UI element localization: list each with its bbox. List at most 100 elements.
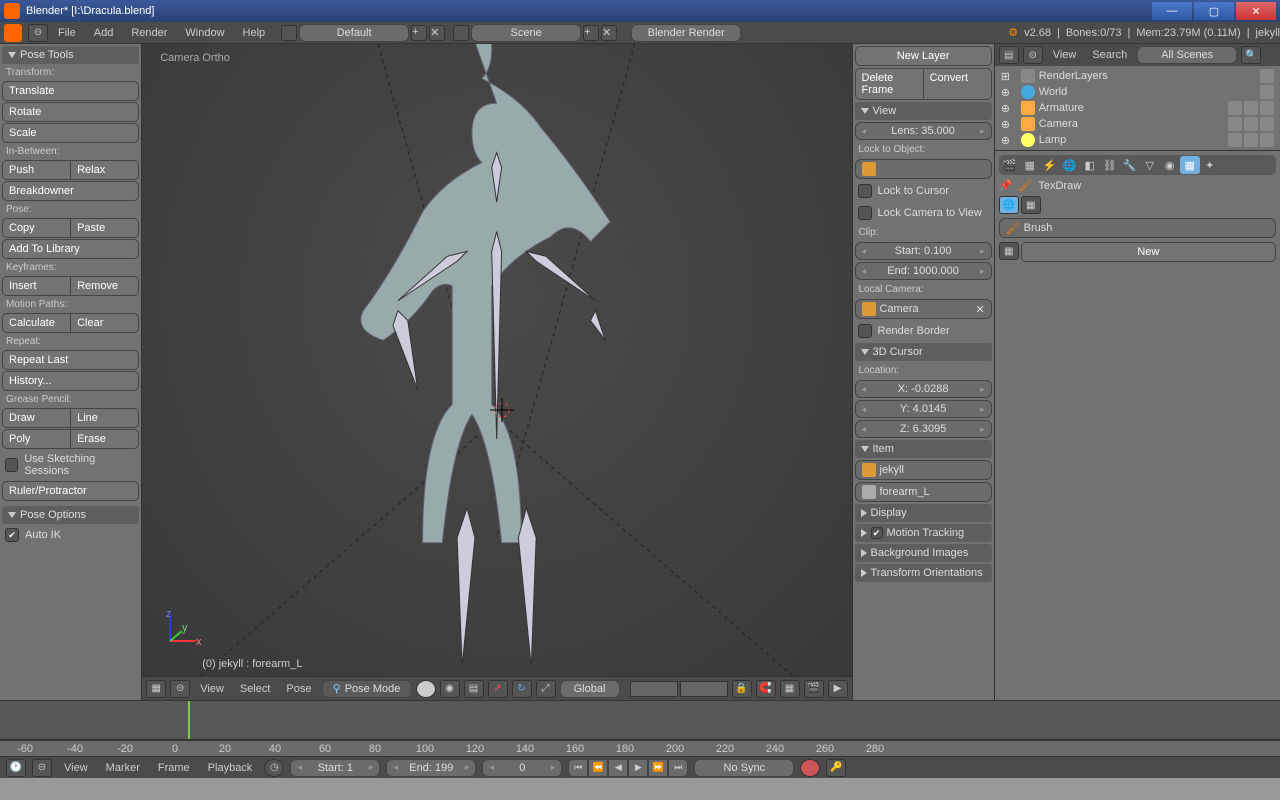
tab-object-icon[interactable]: ◧ [1080, 156, 1100, 174]
window-minimize-button[interactable]: — [1152, 2, 1192, 20]
jump-start-icon[interactable]: ⏮ [568, 759, 588, 777]
play-icon[interactable]: ▶ [628, 759, 648, 777]
render-anim-icon[interactable]: ▶ [828, 680, 848, 698]
rotate-button[interactable]: Rotate [2, 102, 139, 122]
item-panel-header[interactable]: Item [855, 440, 992, 458]
cursor-icon[interactable] [1244, 101, 1258, 115]
copy-button[interactable]: Copy [2, 218, 71, 238]
push-button[interactable]: Push [2, 160, 71, 180]
snap-type-icon[interactable]: ▦ [780, 680, 800, 698]
outliner-mode-dropdown[interactable]: All Scenes [1137, 46, 1237, 64]
vp-menu-select[interactable]: Select [234, 681, 277, 697]
editor-type-icon[interactable]: ▤ [999, 46, 1019, 64]
tree-lamp[interactable]: ⊕Lamp [997, 132, 1278, 148]
lock-camera-checkbox[interactable]: Lock Camera to View [855, 203, 992, 223]
frame-end-field[interactable]: ◂End: 199▸ [386, 759, 476, 777]
cursor-x-field[interactable]: ◂X: -0.0288▸ [855, 380, 992, 398]
scene-del-icon[interactable]: ✕ [601, 25, 617, 41]
lock-icon[interactable]: 🔒 [732, 680, 752, 698]
manipulator-rotate-icon[interactable]: ↻ [512, 680, 532, 698]
tree-world[interactable]: ⊕World [997, 84, 1278, 100]
outliner-search-menu[interactable]: Search [1086, 47, 1133, 63]
tl-marker-menu[interactable]: Marker [100, 760, 146, 776]
outliner-tree[interactable]: ⊞RenderLayers ⊕World ⊕Armature ⊕Camera ⊕… [995, 66, 1280, 150]
menu-help[interactable]: Help [235, 25, 274, 41]
paste-button[interactable]: Paste [71, 218, 139, 238]
scene-dropdown[interactable]: Scene [471, 24, 581, 42]
lock-cursor-checkbox[interactable]: Lock to Cursor [855, 181, 992, 201]
delete-frame-button[interactable]: Delete Frame [855, 68, 924, 100]
auto-ik-checkbox[interactable]: ✔Auto IK [2, 525, 139, 545]
search-icon[interactable]: 🔍 [1241, 46, 1261, 64]
next-key-icon[interactable]: ⏩ [648, 759, 668, 777]
item-object-field[interactable]: jekyll [855, 460, 992, 480]
clip-start-field[interactable]: ◂Start: 0.100▸ [855, 242, 992, 260]
tl-view-menu[interactable]: View [58, 760, 94, 776]
vp-menu-view[interactable]: View [194, 681, 230, 697]
tab-layers-icon[interactable]: ▦ [1020, 156, 1040, 174]
brush-field[interactable]: 🖌Brush [999, 218, 1276, 238]
pose-tools-header[interactable]: Pose Tools [2, 46, 139, 64]
bg-images-header[interactable]: Background Images [855, 544, 992, 562]
menu-add[interactable]: Add [86, 25, 122, 41]
remove-button[interactable]: Remove [71, 276, 139, 296]
eye-icon[interactable] [1228, 117, 1242, 131]
manipulator-translate-icon[interactable]: ↗ [488, 680, 508, 698]
prev-key-icon[interactable]: ⏪ [588, 759, 608, 777]
tab-particles-icon[interactable]: ✦ [1200, 156, 1220, 174]
editor-type-icon[interactable]: 🕐 [6, 759, 26, 777]
relax-button[interactable]: Relax [71, 160, 139, 180]
layers-icon[interactable]: ▤ [464, 680, 484, 698]
tab-data-icon[interactable]: ▽ [1140, 156, 1160, 174]
tab-material-icon[interactable]: ◉ [1160, 156, 1180, 174]
window-close-button[interactable]: ✕ [1236, 2, 1276, 20]
new-layer-button[interactable]: New Layer [855, 46, 992, 66]
display-panel-header[interactable]: Display [855, 504, 992, 522]
mode-dropdown[interactable]: ⚲Pose Mode [322, 680, 412, 698]
collapse-menu-icon[interactable]: ⊝ [170, 680, 190, 698]
tree-armature[interactable]: ⊕Armature [997, 100, 1278, 116]
timeline-ruler[interactable]: -60-40-200204060801001201401601802002202… [0, 740, 1280, 756]
add-to-library-button[interactable]: Add To Library [2, 239, 139, 259]
orientation-dropdown[interactable]: Global [560, 680, 620, 698]
pivot-icon[interactable]: ◉ [440, 680, 460, 698]
tab-constraints-icon[interactable]: ⛓ [1100, 156, 1120, 174]
clear-icon[interactable]: ✕ [975, 303, 984, 316]
new-texture-button[interactable]: New [1021, 242, 1276, 262]
tab-scene-icon[interactable]: ⚡ [1040, 156, 1060, 174]
transform-orientations-header[interactable]: Transform Orientations [855, 564, 992, 582]
cursor-z-field[interactable]: ◂Z: 6.3095▸ [855, 420, 992, 438]
tab-render-icon[interactable]: 🎬 [1000, 156, 1020, 174]
motion-tracking-header[interactable]: ✔Motion Tracking [855, 524, 992, 542]
repeat-last-button[interactable]: Repeat Last [2, 350, 139, 370]
tab-modifier-icon[interactable]: 🔧 [1120, 156, 1140, 174]
tex-context-world-icon[interactable]: 🌐 [999, 196, 1019, 214]
vp-menu-pose[interactable]: Pose [280, 681, 317, 697]
render-engine-dropdown[interactable]: Blender Render [631, 24, 741, 42]
erase-button[interactable]: Erase [71, 429, 139, 449]
viewport-canvas[interactable]: Camera Ortho [142, 44, 851, 676]
pin-icon[interactable] [1260, 69, 1274, 83]
item-bone-field[interactable]: forearm_L [855, 482, 992, 502]
eye-icon[interactable] [1228, 133, 1242, 147]
swatch-icon[interactable] [1260, 85, 1274, 99]
pose-options-header[interactable]: Pose Options [2, 506, 139, 524]
shading-sphere-icon[interactable] [416, 680, 436, 698]
ruler-protractor-button[interactable]: Ruler/Protractor [2, 481, 139, 501]
menu-window[interactable]: Window [177, 25, 232, 41]
menu-render[interactable]: Render [123, 25, 175, 41]
snap-icon[interactable]: 🧲 [756, 680, 776, 698]
line-button[interactable]: Line [71, 408, 139, 428]
jump-end-icon[interactable]: ⏭ [668, 759, 688, 777]
collapse-icon[interactable]: ⊝ [32, 759, 52, 777]
local-camera-field[interactable]: Camera✕ [855, 299, 992, 319]
play-reverse-icon[interactable]: ◀ [608, 759, 628, 777]
collapse-icon[interactable]: ⊝ [1023, 46, 1043, 64]
render-icon[interactable] [1260, 101, 1274, 115]
layout-del-icon[interactable]: ✕ [429, 25, 445, 41]
frame-current-field[interactable]: ◂0▸ [482, 759, 562, 777]
render-preview-icon[interactable]: 🎬 [804, 680, 824, 698]
tab-world-icon[interactable]: 🌐 [1060, 156, 1080, 174]
poly-button[interactable]: Poly [2, 429, 71, 449]
clip-end-field[interactable]: ◂End: 1000.000▸ [855, 262, 992, 280]
